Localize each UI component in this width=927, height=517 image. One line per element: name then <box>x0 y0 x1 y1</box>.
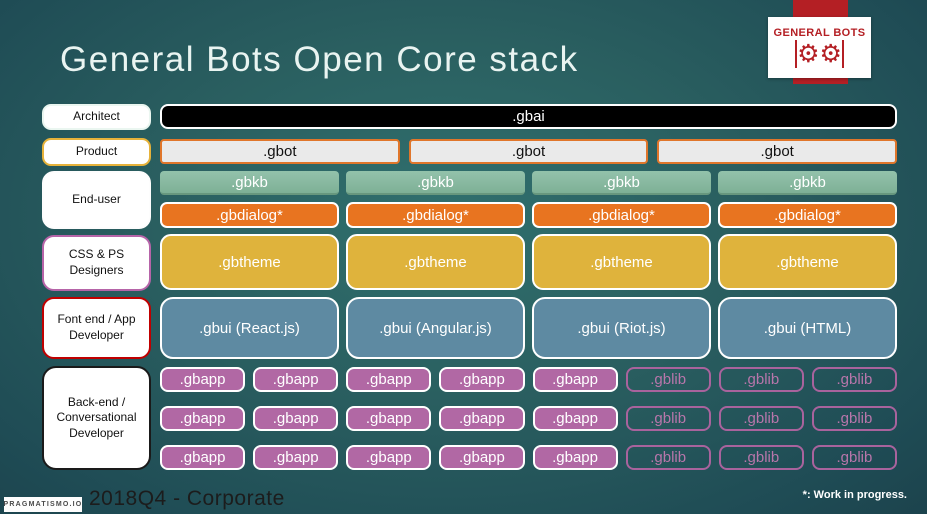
work-in-progress-note: *: Work in progress. <box>802 489 907 501</box>
gbtheme-box: .gbtheme <box>532 234 711 290</box>
gbtheme-box: .gbtheme <box>718 234 897 290</box>
gbapp-box: .gbapp <box>532 445 618 470</box>
gear-icon: ⚙ <box>797 40 820 68</box>
gblib-box: .gblib <box>718 406 804 431</box>
gbapp-box: .gbapp <box>439 445 525 470</box>
gbkb-box: .gbkb <box>346 171 525 195</box>
footer-caption: 2018Q4 - Corporate <box>89 487 285 510</box>
gbapp-box: .gbapp <box>253 367 339 392</box>
gbtheme-box: .gbtheme <box>346 234 525 290</box>
gbapp-box: .gbapp <box>160 445 246 470</box>
gblib-box: .gblib <box>625 445 711 470</box>
gbkb-box: .gbkb <box>532 171 711 195</box>
gblib-box: .gblib <box>625 367 711 392</box>
gbapp-box: .gbapp <box>346 406 432 431</box>
gbai-bar: .gbai <box>160 104 897 129</box>
gbui-html-box: .gbui (HTML) <box>718 297 897 359</box>
gbui-angular-box: .gbui (Angular.js) <box>346 297 525 359</box>
role-label-designers: CSS & PS Designers <box>42 235 151 291</box>
gbapp-box: .gbapp <box>439 367 525 392</box>
logo-frame-bar <box>841 40 844 68</box>
gbapp-box: .gbapp <box>346 445 432 470</box>
gbot-box: .gbot <box>408 139 649 164</box>
page-title: General Bots Open Core stack <box>60 40 579 79</box>
gbapp-box: .gbapp <box>439 406 525 431</box>
gbdialog-box: .gbdialog* <box>346 202 525 228</box>
gbtheme-box: .gbtheme <box>160 234 339 290</box>
gbot-box: .gbot <box>657 139 898 164</box>
role-label-product: Product <box>42 138 151 166</box>
gbdialog-box: .gbdialog* <box>718 202 897 228</box>
gblib-box: .gblib <box>811 406 897 431</box>
gblib-box: .gblib <box>718 367 804 392</box>
gblib-box: .gblib <box>811 445 897 470</box>
role-label-architect: Architect <box>42 104 151 130</box>
pragmatismo-badge: PRAGMATISMO.IO <box>4 497 82 512</box>
gbot-box: .gbot <box>160 139 400 164</box>
gblib-box: .gblib <box>718 445 804 470</box>
gbapp-box: .gbapp <box>532 406 618 431</box>
gear-icon: ⚙ <box>819 40 842 68</box>
gblib-box: .gblib <box>625 406 711 431</box>
gbapp-box: .gbapp <box>253 445 339 470</box>
gbui-riot-box: .gbui (Riot.js) <box>532 297 711 359</box>
gbapp-box: .gbapp <box>160 406 246 431</box>
logo-text: GENERAL BOTS <box>773 27 866 39</box>
slide: General Bots Open Core stack GENERAL BOT… <box>0 0 927 517</box>
gbui-react-box: .gbui (React.js) <box>160 297 339 359</box>
gbapp-box: .gbapp <box>253 406 339 431</box>
gears-icon: ⚙ ⚙ <box>795 40 844 68</box>
gbapp-box: .gbapp <box>532 367 618 392</box>
general-bots-logo: GENERAL BOTS ⚙ ⚙ <box>768 17 871 78</box>
gbkb-box: .gbkb <box>718 171 897 195</box>
role-label-end-user: End-user <box>42 171 151 229</box>
gbkb-box: .gbkb <box>160 171 339 195</box>
role-label-frontend: Font end / App Developer <box>42 297 151 359</box>
gbdialog-box: .gbdialog* <box>532 202 711 228</box>
role-label-backend: Back-end / Conversational Developer <box>42 366 151 470</box>
gbapp-box: .gbapp <box>160 367 246 392</box>
gbapp-box: .gbapp <box>346 367 432 392</box>
gbdialog-box: .gbdialog* <box>160 202 339 228</box>
gblib-box: .gblib <box>811 367 897 392</box>
